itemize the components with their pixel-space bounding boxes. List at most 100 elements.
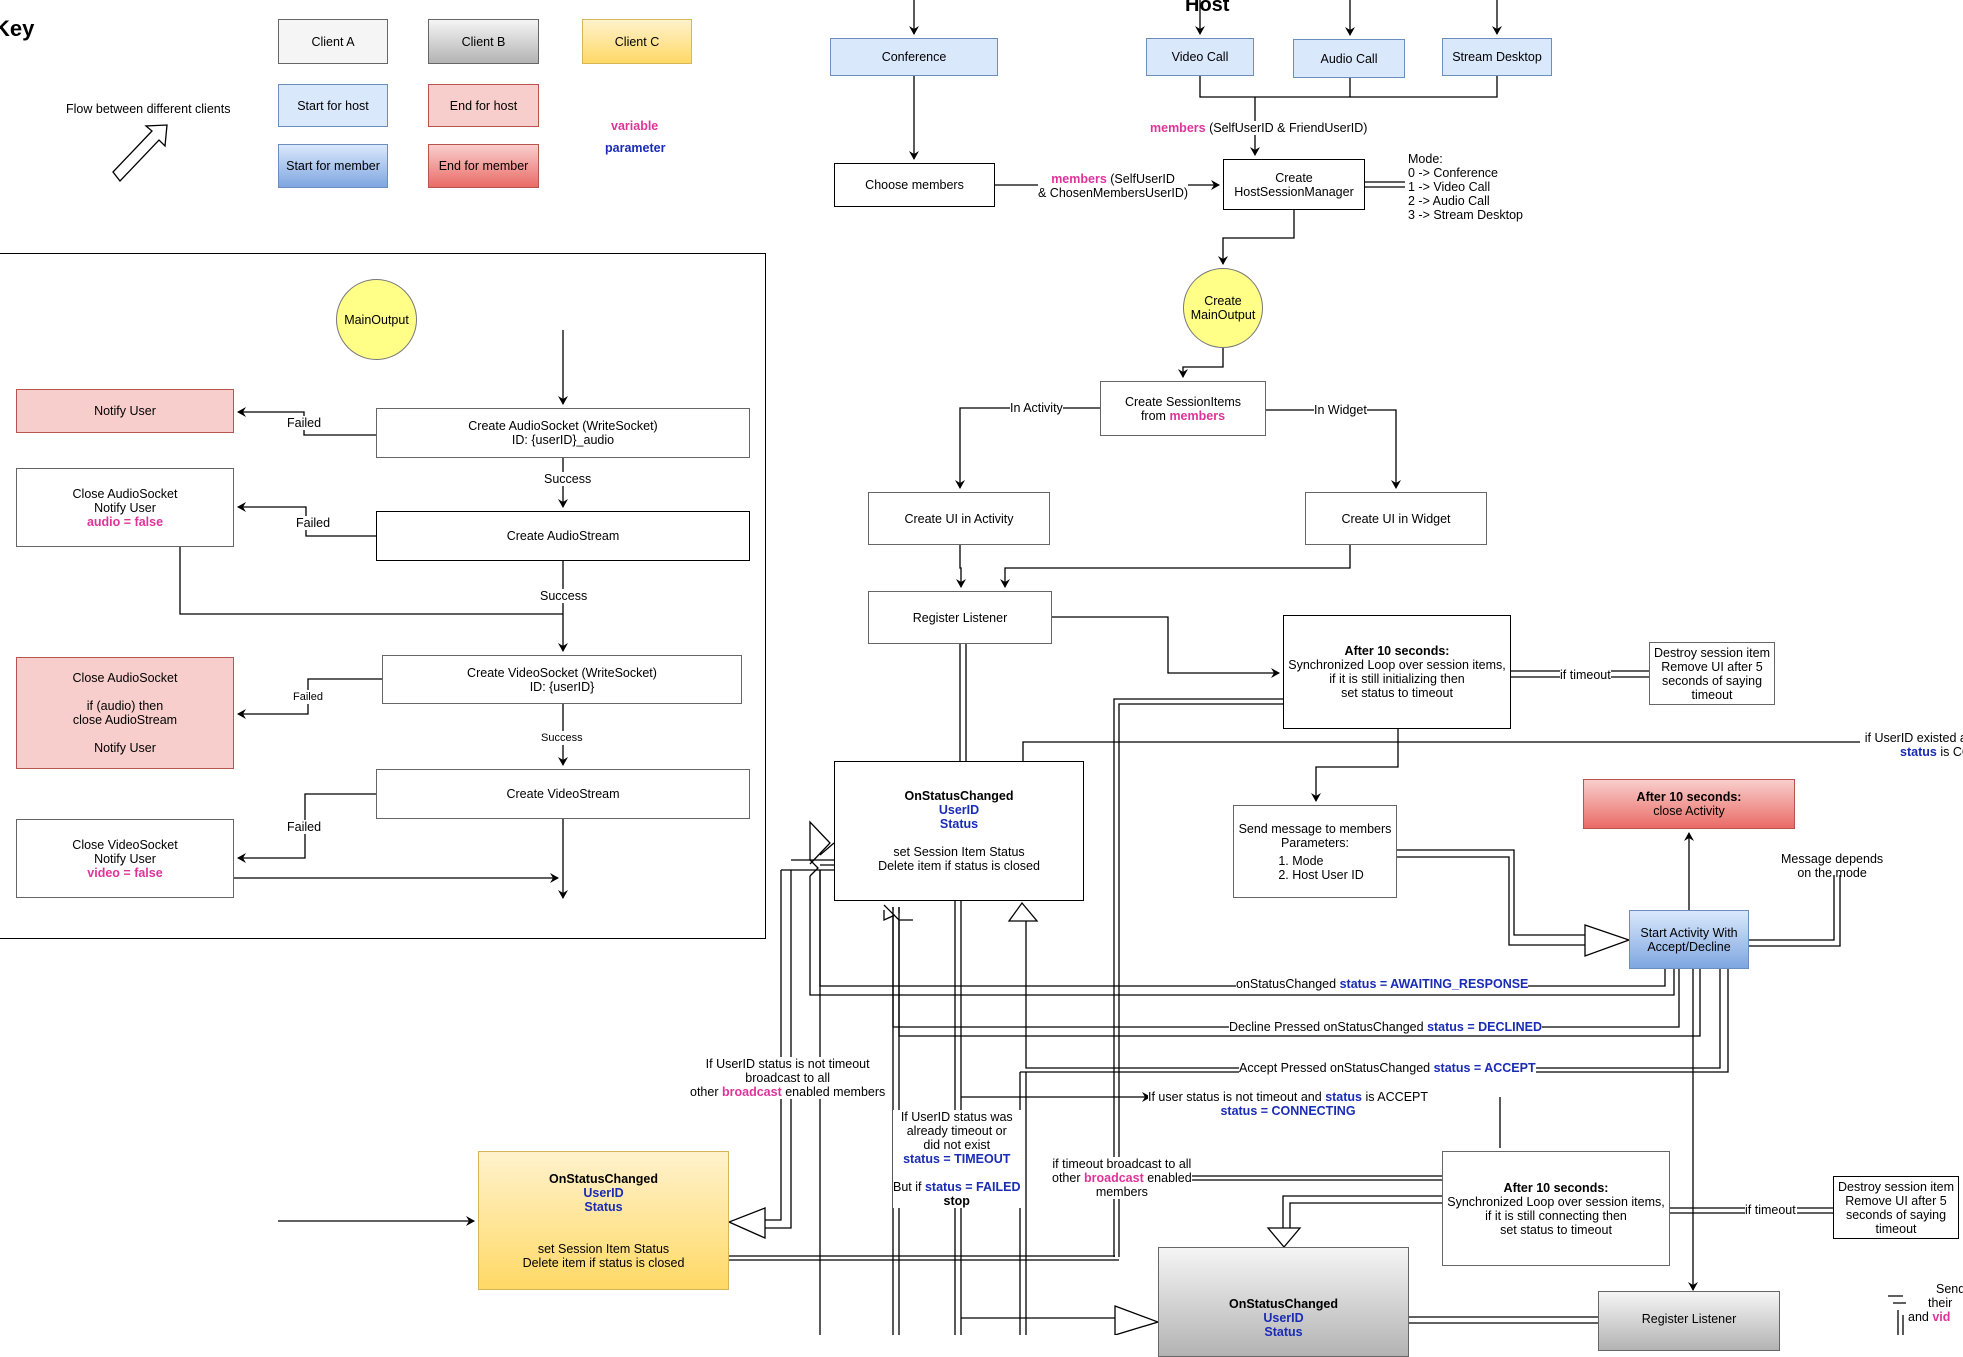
close-activity-text: close Activity: [1653, 804, 1725, 818]
send-partial-1: Send: [1936, 1282, 1963, 1296]
userid-existed-label: if UserID existed a status is CO: [1860, 731, 1963, 759]
create-main-output-node: Create MainOutput: [1183, 268, 1263, 348]
start-activity-accept-decline-node: Start Activity With Accept/Decline: [1629, 910, 1749, 969]
send-param-mode: Mode: [1292, 854, 1364, 868]
osc-c-set-status: set Session Item Status: [537, 1241, 670, 1256]
mode-legend: Mode: 0 -> Conference 1 -> Video Call 2 …: [1408, 152, 1523, 222]
on-status-changed-client-b-node: OnStatusChanged UserID Status: [1158, 1247, 1409, 1357]
not-timeout-enabled: enabled members: [785, 1085, 886, 1099]
create-session-items-node: Create SessionItems from members: [1100, 381, 1266, 436]
after-10-close-activity-node: After 10 seconds: close Activity: [1583, 779, 1795, 829]
destroy2-line3: seconds of saying: [1845, 1207, 1947, 1222]
connecting-suffix: is ACCEPT: [1365, 1090, 1429, 1104]
video-false-variable: video = false: [87, 865, 163, 880]
on-status-changed-client-c-node: OnStatusChanged UserID Status set Sessio…: [478, 1151, 729, 1290]
mode-3: 3 -> Stream Desktop: [1408, 208, 1523, 222]
mode-2: 2 -> Audio Call: [1408, 194, 1490, 208]
send-message-line1: Send message to members: [1238, 821, 1392, 836]
mode-title: Mode:: [1408, 152, 1443, 166]
key-start-host: Start for host: [278, 84, 388, 127]
send-partial-label: Send their and vid: [1908, 1282, 1963, 1324]
if-timeout-label: if timeout: [1560, 668, 1611, 682]
is-co-text: is CO: [1940, 745, 1963, 759]
key-flow-label: Flow between different clients: [66, 102, 231, 116]
osc-delete-item: Delete item if status is closed: [878, 859, 1040, 873]
timeout-broadcast-line3: members: [1095, 1185, 1148, 1199]
create-main-output-line2: MainOutput: [1190, 308, 1256, 322]
create-audio-socket-line2: ID: {userID}_audio: [511, 433, 615, 447]
after10-line2: if it is still initializing then: [1329, 672, 1465, 686]
close-audio2-line3: close AudioStream: [72, 713, 178, 727]
but-if-text: But if: [893, 1180, 922, 1194]
conference-node: Conference: [830, 38, 998, 76]
label-failed: Failed: [293, 690, 323, 704]
osc-userid-param: UserID: [938, 803, 980, 817]
close-audio2-line2: if (audio) then: [86, 699, 164, 713]
osc-c-title: OnStatusChanged: [548, 1171, 659, 1186]
not-timeout-other: other: [690, 1085, 719, 1099]
declined-label: Decline Pressed onStatusChanged status =…: [1229, 1020, 1543, 1034]
connecting-label: If user status is not timeout and status…: [1148, 1090, 1429, 1118]
create-host-session-manager-node: Create HostSessionManager: [1223, 159, 1365, 210]
timeout-broadcast-line1: if timeout broadcast to all: [1052, 1157, 1192, 1171]
members-chosen-label: members (SelfUserID & ChosenMembersUserI…: [1038, 172, 1189, 200]
not-timeout-line1: If UserID status is not timeout: [705, 1057, 870, 1071]
in-activity-label: In Activity: [1010, 401, 1063, 415]
send-message-line2: Parameters:: [1280, 835, 1350, 850]
destroy2-line4: timeout: [1875, 1221, 1917, 1236]
on-status-changed-host-node: OnStatusChanged UserID Status set Sessio…: [834, 761, 1084, 901]
hsm-line1: Create: [1275, 170, 1313, 185]
close-video-socket-node: Close VideoSocket Notify User video = fa…: [16, 819, 234, 898]
destroy2-line2: Remove UI after 5: [1845, 1193, 1947, 1208]
notify-user-node: Notify User: [16, 389, 234, 433]
key-end-member: End for member: [428, 144, 539, 188]
osc-b-title: OnStatusChanged: [1228, 1297, 1339, 1311]
destroy-line4: timeout: [1691, 687, 1733, 702]
after10-line1: Synchronized Loop over session items,: [1288, 658, 1506, 672]
host-title: Host: [1185, 0, 1230, 16]
audio-call-node: Audio Call: [1293, 39, 1405, 78]
label-failed: Failed: [287, 416, 322, 430]
status-timeout: status = TIMEOUT: [903, 1152, 1011, 1166]
message-depends-label: Message depends on the mode: [1781, 852, 1883, 880]
destroy-line3: seconds of saying: [1661, 673, 1763, 688]
key-end-host: End for host: [428, 84, 539, 127]
in-widget-label: In Widget: [1314, 403, 1367, 417]
label-success: Success: [541, 731, 583, 745]
broadcast-variable: broadcast: [1083, 1171, 1144, 1185]
after10c-line1: Synchronized Loop over session items,: [1447, 1194, 1665, 1209]
key-client-c: Client C: [582, 19, 692, 64]
members-chosen-2: & ChosenMembersUserID): [1038, 186, 1189, 200]
register-listener-client-b-node: Register Listener: [1598, 1291, 1780, 1351]
close-audio2-line1: Close AudioSocket: [72, 671, 178, 685]
close-audio-line2: Notify User: [94, 500, 156, 515]
not-timeout-broadcast-label: If UserID status is not timeout broadcas…: [690, 1057, 886, 1099]
osc-b-userid-param: UserID: [1263, 1311, 1304, 1325]
timeout-broadcast-other: other: [1052, 1171, 1081, 1185]
already-timeout-label: If UserID status was already timeout or …: [893, 1110, 1021, 1208]
members-variable: members: [1150, 121, 1206, 135]
osc-c-status-param: Status: [584, 1199, 623, 1214]
label-failed: Failed: [287, 820, 322, 834]
after10c-line2: if it is still connecting then: [1485, 1208, 1627, 1223]
create-ui-activity-node: Create UI in Activity: [868, 492, 1050, 545]
after10c-line3: set status to timeout: [1500, 1222, 1612, 1237]
status-param: status: [1900, 745, 1937, 759]
choose-members-node: Choose members: [834, 163, 995, 207]
send-partial-3: and: [1908, 1310, 1929, 1324]
awaiting-response-label: onStatusChanged status = AWAITING_RESPON…: [1236, 977, 1529, 991]
after-10-seconds-connecting-node: After 10 seconds: Synchronized Loop over…: [1442, 1151, 1670, 1266]
connecting-prefix: If user status is not timeout and: [1148, 1090, 1322, 1104]
awaiting-prefix: onStatusChanged: [1236, 977, 1337, 991]
userid-existed-text: if UserID existed a: [1864, 731, 1963, 745]
after10-line3: set status to timeout: [1341, 686, 1453, 700]
already-timeout-line1: If UserID status was: [900, 1110, 1013, 1124]
after-10-seconds-init-node: After 10 seconds: Synchronized Loop over…: [1283, 615, 1511, 729]
accept-prefix: Accept Pressed onStatusChanged: [1239, 1061, 1431, 1075]
declined-prefix: Decline Pressed onStatusChanged: [1229, 1020, 1424, 1034]
osc-c-userid-param: UserID: [583, 1185, 624, 1200]
key-client-a: Client A: [278, 19, 388, 64]
send-params-list: Mode Host User ID: [1266, 854, 1364, 882]
message-depends-line2: on the mode: [1797, 866, 1867, 880]
send-partial-2: their: [1928, 1296, 1953, 1310]
